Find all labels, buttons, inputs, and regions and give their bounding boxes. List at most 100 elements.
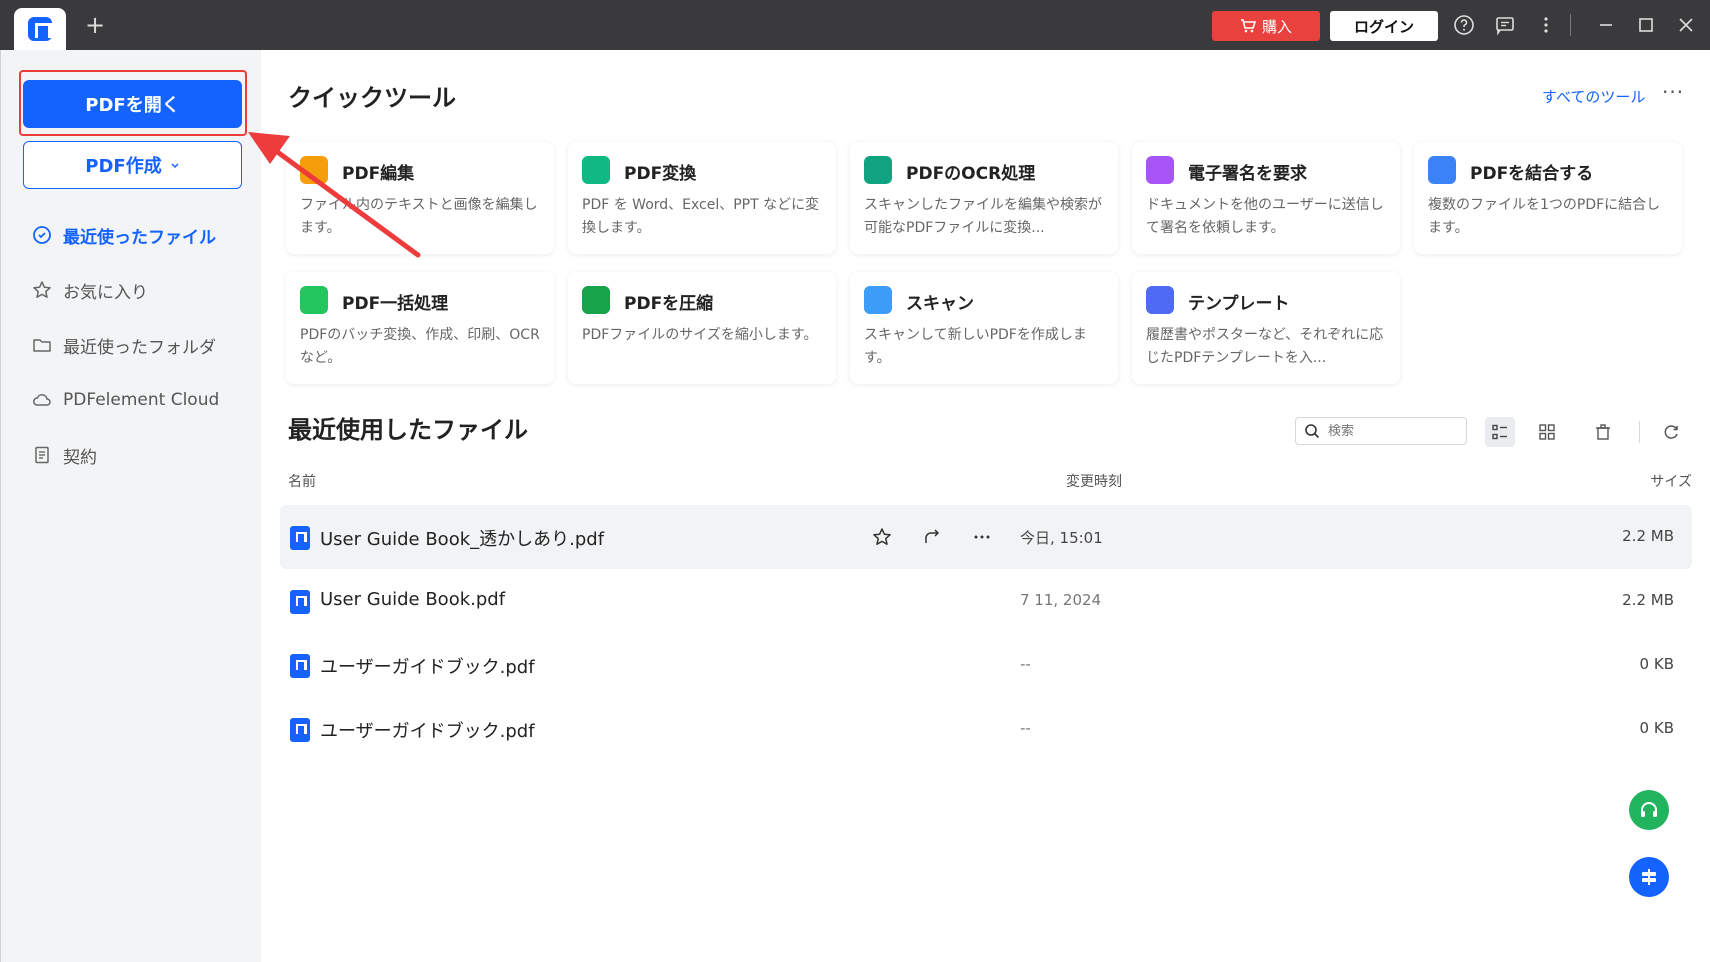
signpost-icon [1642, 869, 1656, 885]
table-row[interactable]: User Guide Book_透かしあり.pdf 今日, 15:01 2.2 … [280, 505, 1692, 569]
share-icon[interactable] [918, 523, 946, 551]
tool-card-merge[interactable]: PDFを結合する 複数のファイルを1つのPDFに結合します。 [1414, 142, 1682, 254]
card-description: PDFのバッチ変換、作成、印刷、OCRなど。 [300, 327, 540, 366]
star-icon [31, 279, 53, 301]
sidebar: PDFを開く PDF作成 最近使ったファイル お気に入り 最近使ったフォルダ P… [0, 50, 261, 962]
card-title: PDFを圧縮 [624, 294, 714, 314]
tool-card-pdf-convert[interactable]: PDF変換 PDF を Word、Excel、PPT などに変換します。 [568, 142, 836, 254]
file-name: ユーザーガイドブック.pdf [320, 721, 535, 742]
card-title: テンプレート [1188, 294, 1290, 314]
search-input[interactable] [1328, 423, 1458, 439]
tool-card-scan[interactable]: スキャン スキャンして新しいPDFを作成します。 [850, 272, 1118, 384]
card-description: 複数のファイルを1つのPDFに結合します。 [1428, 197, 1661, 236]
document-icon [31, 444, 53, 466]
scan-tool-icon [864, 286, 892, 314]
search-icon [1305, 424, 1320, 439]
buy-label: 購入 [1261, 17, 1292, 36]
table-row[interactable]: ユーザーガイドブック.pdf -- 0 KB [280, 633, 1692, 697]
tool-card-batch[interactable]: PDF一括処理 PDFのバッチ変換、作成、印刷、OCRなど。 [286, 272, 554, 384]
create-pdf-button[interactable]: PDF作成 [23, 141, 242, 189]
file-name: ユーザーガイドブック.pdf [320, 657, 535, 678]
all-tools-link[interactable]: すべてのツール [1542, 86, 1645, 107]
pdf-file-icon [290, 590, 310, 614]
login-button[interactable]: ログイン [1330, 11, 1438, 41]
main-content: クイックツール すべてのツール ··· PDF編集 ファイル内のテキストと画像を… [262, 50, 1709, 962]
table-row[interactable]: User Guide Book.pdf 7 11, 2024 2.2 MB [280, 569, 1692, 633]
clear-history-button[interactable] [1588, 417, 1618, 447]
row-more-icon[interactable] [968, 523, 996, 551]
sidebar-item-label: 最近使ったファイル [63, 227, 216, 248]
file-modified-time: 7 11, 2024 [1020, 591, 1102, 609]
pdf-file-icon [290, 718, 310, 742]
sidebar-item-recent-files[interactable]: 最近使ったファイル [31, 220, 216, 250]
feedback-icon[interactable] [1493, 14, 1517, 38]
column-header-size[interactable]: サイズ [1650, 471, 1692, 491]
maximize-icon[interactable] [1634, 14, 1658, 38]
clock-icon [31, 224, 53, 246]
headset-icon [1641, 802, 1657, 817]
grid-view-button[interactable] [1532, 417, 1562, 447]
card-title: 電子署名を要求 [1188, 164, 1307, 184]
card-description: スキャンして新しいPDFを作成します。 [864, 327, 1087, 366]
file-size: 0 KB [1639, 719, 1674, 737]
more-menu-icon[interactable] [1534, 14, 1558, 38]
card-title: PDFのOCR処理 [906, 164, 1036, 184]
file-size: 0 KB [1639, 655, 1674, 673]
card-title: PDF一括処理 [342, 294, 449, 314]
pdf-file-icon [290, 654, 310, 678]
guide-button[interactable] [1629, 857, 1669, 897]
sidebar-item-label: お気に入り [63, 282, 148, 303]
tool-card-compress[interactable]: PDFを圧縮 PDFファイルのサイズを縮小します。 [568, 272, 836, 384]
sidebar-item-cloud[interactable]: PDFelement Cloud [31, 385, 219, 415]
sidebar-item-recent-folders[interactable]: 最近使ったフォルダ [31, 330, 216, 360]
edit-tool-icon [300, 156, 328, 184]
sidebar-item-contracts[interactable]: 契約 [31, 440, 97, 470]
support-chat-button[interactable] [1629, 790, 1669, 830]
card-description: 履歴書やポスターなど、それぞれに応じたPDFテンプレートを入... [1146, 327, 1384, 366]
folder-icon [31, 334, 53, 356]
tool-card-esign[interactable]: 電子署名を要求 ドキュメントを他のユーザーに送信して署名を依頼します。 [1132, 142, 1400, 254]
file-modified-time: 今日, 15:01 [1020, 529, 1103, 547]
close-icon[interactable] [1674, 14, 1698, 38]
grid-view-icon [1539, 424, 1555, 440]
sidebar-item-label: 契約 [63, 447, 97, 468]
pdf-file-icon [290, 526, 310, 550]
quick-tools-more-icon[interactable]: ··· [1662, 80, 1684, 104]
compress-tool-icon [582, 286, 610, 314]
buy-button[interactable]: 購入 [1212, 11, 1320, 41]
sidebar-item-label: PDFelement Cloud [63, 390, 220, 410]
file-size: 2.2 MB [1622, 591, 1674, 609]
recent-files-title: 最近使用したファイル [288, 416, 528, 444]
merge-tool-icon [1428, 156, 1456, 184]
file-size: 2.2 MB [1622, 527, 1674, 545]
column-header-modified[interactable]: 変更時刻 [1066, 471, 1122, 491]
card-description: PDF を Word、Excel、PPT などに変換します。 [582, 197, 820, 236]
table-row[interactable]: ユーザーガイドブック.pdf -- 0 KB [280, 697, 1692, 761]
sidebar-item-favorites[interactable]: お気に入り [31, 275, 148, 305]
column-header-name[interactable]: 名前 [288, 471, 316, 491]
tool-card-template[interactable]: テンプレート 履歴書やポスターなど、それぞれに応じたPDFテンプレートを入... [1132, 272, 1400, 384]
convert-tool-icon [582, 156, 610, 184]
sidebar-item-label: 最近使ったフォルダ [63, 337, 216, 358]
card-title: PDF編集 [342, 164, 415, 184]
card-description: PDFファイルのサイズを縮小します。 [582, 327, 818, 343]
favorite-star-icon[interactable] [868, 523, 896, 551]
trash-icon [1596, 424, 1610, 440]
new-tab-button[interactable]: + [82, 12, 108, 38]
home-tab[interactable] [14, 8, 66, 50]
quick-tools-title: クイックツール [288, 84, 456, 112]
list-view-button[interactable] [1485, 417, 1515, 447]
search-box[interactable] [1295, 417, 1467, 445]
create-pdf-label: PDF作成 [85, 156, 162, 177]
refresh-button[interactable] [1656, 417, 1686, 447]
minimize-icon[interactable] [1594, 14, 1618, 38]
help-icon[interactable] [1452, 14, 1476, 38]
tool-card-ocr[interactable]: PDFのOCR処理 スキャンしたファイルを編集や検索が可能なPDFファイルに変換… [850, 142, 1118, 254]
tool-card-pdf-edit[interactable]: PDF編集 ファイル内のテキストと画像を編集します。 [286, 142, 554, 254]
refresh-icon [1664, 425, 1678, 439]
annotation-highlight-box [19, 70, 247, 136]
file-modified-time: -- [1020, 719, 1031, 737]
card-title: PDF変換 [624, 164, 697, 184]
titlebar-divider [1570, 14, 1571, 36]
list-view-icon [1492, 424, 1507, 440]
